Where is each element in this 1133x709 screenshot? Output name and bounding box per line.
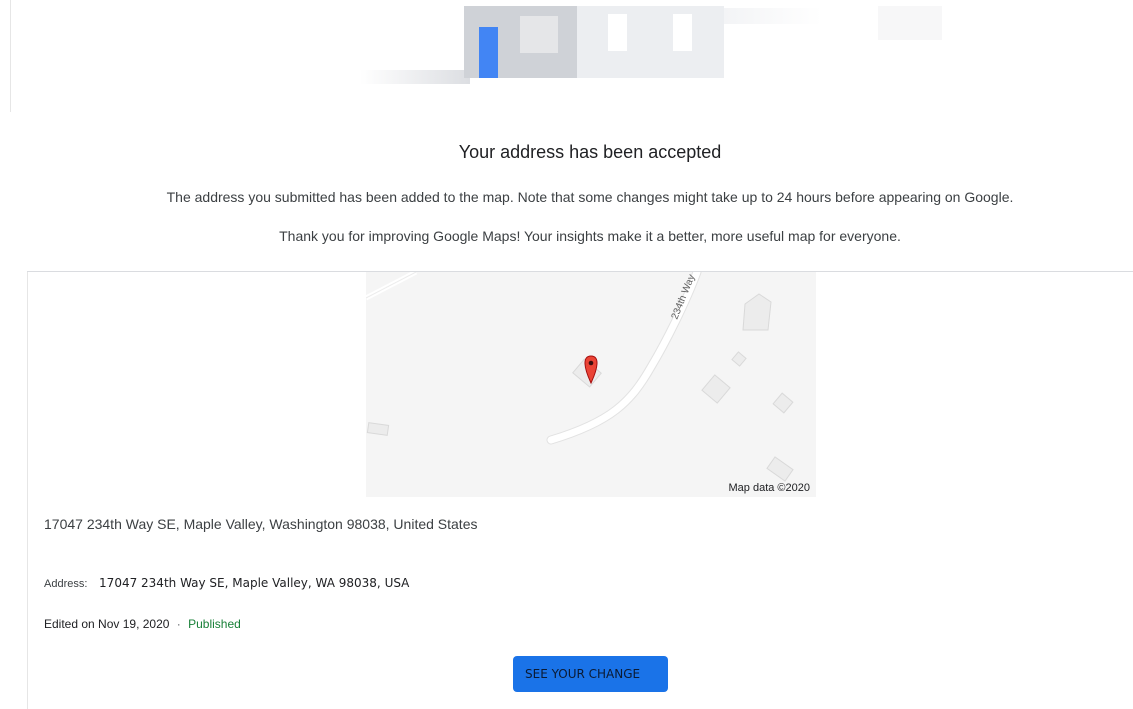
map-road-edge [366,272,417,299]
header-illustration [360,6,945,84]
map-building [366,422,390,436]
map-building [772,392,794,414]
address-value: 17047 234th Way SE, Maple Valley, WA 980… [99,576,410,590]
illustration-window [520,16,558,53]
map-canvas: 234th Way [366,272,794,482]
separator: · [176,617,181,631]
map-attribution: Map data ©2020 [728,482,811,494]
map-road-234th-way-edge [546,272,702,445]
illustration-ground [360,70,470,84]
illustration-cloud [878,6,942,40]
map-road-234th-way [547,272,701,444]
illustration-building-side [577,6,724,78]
map-building [701,374,731,404]
map-building [731,351,747,367]
map-building [766,456,794,482]
illustration-cloud [724,8,822,24]
full-address: 17047 234th Way SE, Maple Valley, Washin… [44,516,478,532]
illustration-door [479,27,498,78]
map-preview[interactable]: 234th Way Map data ©2020 [366,272,816,497]
left-border-top [10,0,11,112]
address-row: Address: 17047 234th Way SE, Maple Valle… [44,575,409,590]
illustration-building-front [464,6,577,78]
edit-info: Edited on Nov 19, 2020 · Published [44,617,241,631]
page: Your address has been accepted The addre… [0,0,1133,709]
confirmation-thanks: Thank you for improving Google Maps! You… [279,228,901,244]
left-border-bottom [27,272,28,709]
confirmation-description: The address you submitted has been added… [166,189,1014,205]
map-building [742,293,772,331]
address-label: Address: [44,578,88,590]
confirmation-title: Your address has been accepted [458,142,722,162]
illustration-window [673,14,692,51]
status-badge: Published [188,617,241,631]
illustration-window [608,14,627,51]
edited-date: Edited on Nov 19, 2020 [44,617,170,631]
see-your-change-button[interactable]: SEE YOUR CHANGE [513,656,668,692]
